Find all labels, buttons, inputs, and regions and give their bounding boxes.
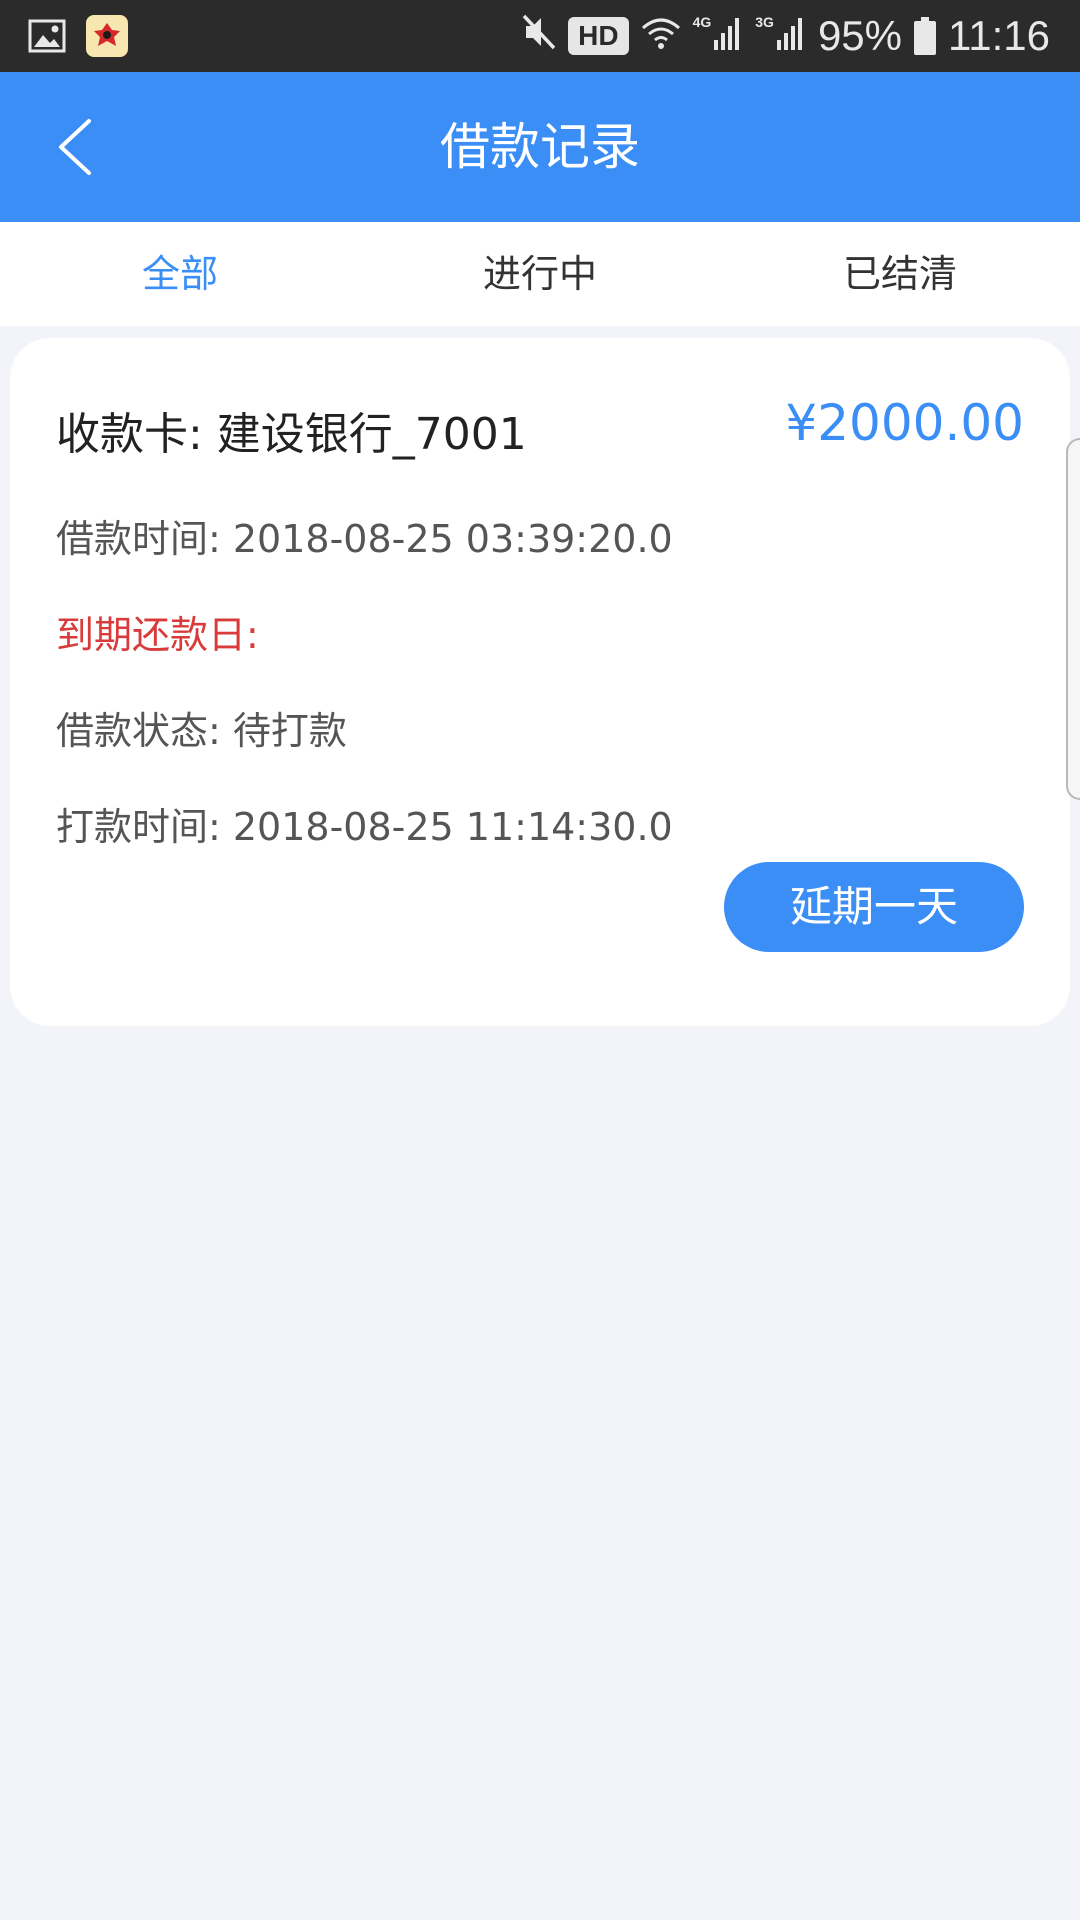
- network-3g-label: 3G: [755, 14, 774, 30]
- tab-all[interactable]: 全部: [0, 222, 360, 326]
- status-bar: HD 4G 3G 95% 11:16: [0, 0, 1080, 72]
- loan-time: 借款时间: 2018-08-25 03:39:20.0: [56, 517, 673, 561]
- signal-icon-1: [713, 12, 743, 60]
- network-4g-label: 4G: [692, 14, 712, 30]
- edge-panel-handle[interactable]: [1066, 438, 1080, 800]
- signal-icon-2: [776, 12, 806, 60]
- battery-percent: 95%: [817, 12, 902, 59]
- page-title: 借款记录: [440, 118, 640, 176]
- app-notification-icon: [86, 15, 128, 57]
- tab-in-progress[interactable]: 进行中: [360, 222, 720, 326]
- app-header: 借款记录: [0, 72, 1080, 222]
- tab-settled[interactable]: 已结清: [720, 222, 1080, 326]
- wifi-icon: [641, 12, 681, 60]
- mute-icon: [522, 12, 556, 60]
- filter-tabs: 全部 进行中 已结清: [0, 222, 1080, 326]
- payout-time: 打款时间: 2018-08-25 11:14:30.0: [56, 805, 673, 849]
- extend-one-day-button[interactable]: 延期一天: [724, 862, 1024, 952]
- battery-icon: [914, 17, 936, 55]
- status-right: HD 4G 3G 95% 11:16: [522, 10, 1050, 62]
- due-date: 到期还款日:: [56, 613, 259, 657]
- status-left: [28, 14, 128, 58]
- loan-amount: ¥2000.00: [785, 394, 1024, 452]
- hd-badge: HD: [568, 16, 629, 56]
- clock: 11:16: [948, 12, 1050, 59]
- loan-record-card[interactable]: 收款卡: 建设银行_7001 ¥2000.00 借款时间: 2018-08-25…: [10, 338, 1070, 1026]
- gallery-icon: [28, 19, 66, 53]
- receiving-card: 收款卡: 建设银行_7001: [56, 409, 527, 460]
- loan-status: 借款状态: 待打款: [56, 709, 347, 753]
